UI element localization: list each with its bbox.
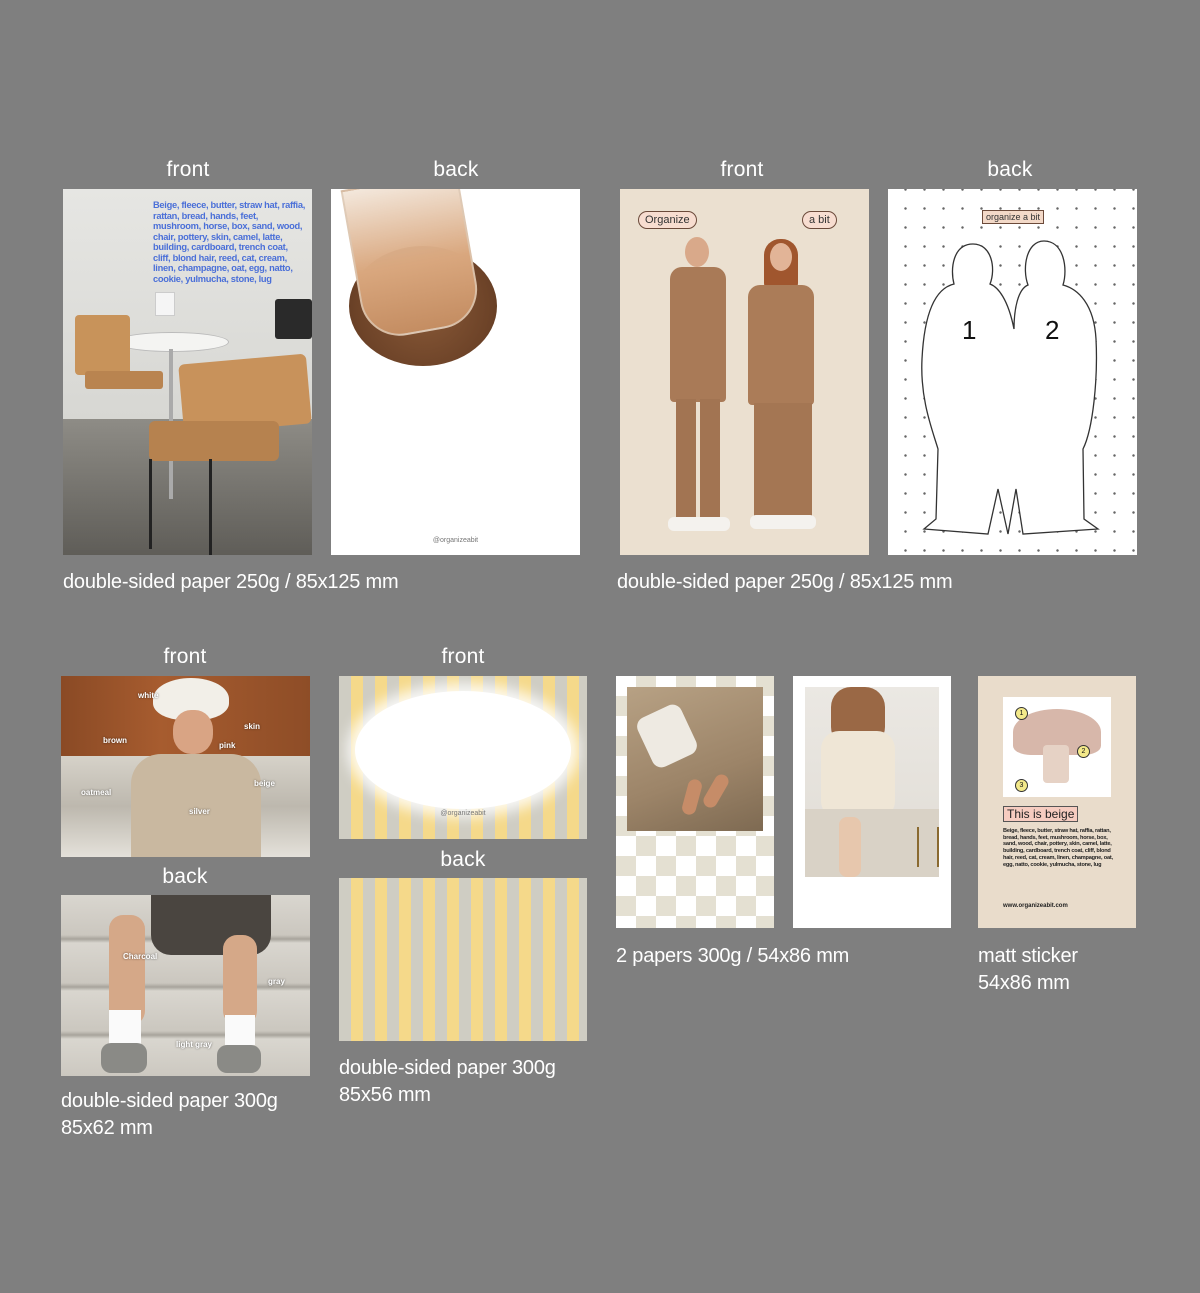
beach-photo — [627, 687, 763, 831]
cafe-word-list: Beige, fleece, butter, straw hat, raffia… — [153, 200, 305, 284]
cardigan-paper — [793, 676, 951, 928]
caption-4-line2: 85x56 mm — [339, 1084, 431, 1106]
word-oatmeal: oatmeal — [81, 788, 112, 797]
header-back-1: back — [433, 158, 479, 181]
man-face — [173, 710, 213, 754]
stripe-handle: @organizeabit — [440, 810, 486, 817]
outline-figures — [921, 240, 1100, 535]
person-1-leg-b — [700, 399, 720, 519]
man-card-back: Charcoal gray light gray — [61, 895, 310, 1076]
leg-right — [223, 935, 257, 1025]
beige-sticker: 1 2 3 This is beige Beige, fleece, butte… — [978, 676, 1136, 928]
word-white: white — [138, 691, 159, 700]
word-silver: silver — [189, 807, 210, 816]
sandal-2 — [700, 771, 732, 811]
sandal-1 — [680, 777, 704, 817]
mushroom-num-2: 2 — [1077, 745, 1090, 758]
word-beige: beige — [254, 779, 275, 788]
person-1-feet — [668, 517, 730, 531]
chair-left-seat — [85, 371, 163, 389]
wall-note — [155, 292, 175, 316]
tote-bag — [633, 701, 701, 771]
sticker-title: This is beige — [1003, 806, 1079, 822]
chair-left — [75, 315, 130, 375]
sock-left — [109, 1010, 141, 1044]
caption-3-line2: 85x62 mm — [61, 1117, 153, 1139]
figure-number-1: 1 — [962, 315, 977, 345]
person-1-leg-a — [676, 399, 696, 519]
header-front-3: front — [163, 645, 207, 668]
word-brown: brown — [103, 736, 127, 745]
stripe-card-front: @organizeabit — [339, 676, 587, 839]
caption-6: matt sticker 54x86 mm — [978, 943, 1078, 997]
bubble-organize: Organize — [638, 211, 697, 229]
person-2-head — [770, 243, 792, 271]
oval-frame — [355, 691, 571, 809]
word-gray: gray — [268, 977, 285, 986]
header-front-4: front — [441, 645, 485, 668]
mushroom-stem — [1043, 745, 1069, 783]
chair-black — [275, 299, 312, 339]
person-1-head — [685, 237, 709, 267]
caption-1: double-sided paper 250g / 85x125 mm — [63, 571, 399, 593]
caption-2: double-sided paper 250g / 85x125 mm — [617, 571, 953, 593]
man-shirt — [131, 754, 261, 857]
caption-4-line1: double-sided paper 300g — [339, 1057, 556, 1079]
header-back-2: back — [987, 158, 1033, 181]
candle-holder — [917, 827, 939, 867]
caption-5: 2 papers 300g / 54x86 mm — [616, 945, 850, 967]
person-1-body — [670, 267, 726, 402]
outline-card-back: organize a bit 1 2 — [888, 189, 1137, 555]
latte-card-back: @organizeabit — [331, 189, 580, 555]
chair-front-seat — [149, 421, 279, 461]
shoe-left — [101, 1043, 147, 1073]
caption-4: double-sided paper 300g 85x56 mm — [339, 1055, 556, 1109]
mushroom-photo: 1 2 3 — [1003, 697, 1111, 797]
twins-card-front: Organize a bit — [620, 189, 869, 555]
caption-6-line2: 54x86 mm — [978, 972, 1070, 994]
back-handle: @organizeabit — [432, 537, 479, 544]
woman-cardigan — [821, 731, 895, 819]
header-back-3: back — [162, 865, 208, 888]
caption-6-line1: matt sticker — [978, 945, 1078, 967]
word-charcoal: Charcoal — [123, 952, 158, 961]
header-back-4: back — [440, 848, 486, 871]
mushroom-num-3: 3 — [1015, 779, 1028, 792]
woman-legs — [839, 817, 861, 877]
sticker-url: www.organizeabit.com — [1003, 903, 1068, 909]
caption-3-line1: double-sided paper 300g — [61, 1090, 278, 1112]
person-2-feet — [750, 515, 816, 529]
sticker-word-list: Beige, fleece, butter, straw hat, raffia… — [1003, 828, 1113, 868]
caption-3: double-sided paper 300g 85x62 mm — [61, 1088, 278, 1142]
word-light-gray: light gray — [176, 1040, 213, 1049]
header-front-2: front — [720, 158, 764, 181]
word-skin: skin — [244, 722, 261, 731]
bubble-a-bit: a bit — [802, 211, 837, 229]
man-card-front: white brown skin pink oatmeal beige silv… — [61, 676, 310, 857]
sock-right — [225, 1015, 255, 1045]
chair-front-leg2 — [209, 459, 212, 555]
person-2-body — [748, 285, 814, 405]
stripe-card-back — [339, 878, 587, 1041]
figure-number-2: 2 — [1045, 315, 1060, 345]
word-pink: pink — [219, 741, 236, 750]
cardigan-photo — [805, 687, 939, 877]
chair-front-leg — [149, 459, 152, 549]
header-front-1: front — [166, 158, 210, 181]
leg-left — [109, 915, 145, 1025]
shoe-right — [217, 1045, 261, 1073]
person-2-legs — [754, 403, 812, 519]
mushroom-num-1: 1 — [1015, 707, 1028, 720]
cafe-card-front: Beige, fleece, butter, straw hat, raffia… — [63, 189, 312, 555]
checker-paper — [616, 676, 774, 928]
